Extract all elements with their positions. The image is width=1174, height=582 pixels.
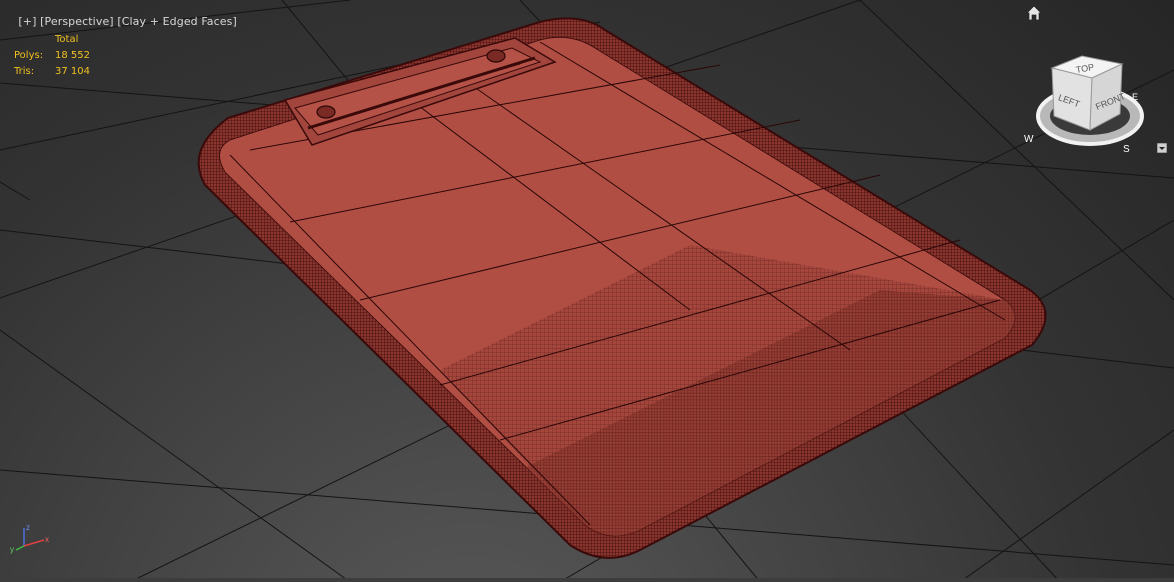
compass-south: S: [1123, 144, 1130, 155]
perspective-viewport[interactable]: [+] [Perspective] [Clay + Edged Faces] T…: [0, 0, 1174, 582]
stats-header-row: Total: [14, 32, 90, 48]
axis-tripod: z x y: [10, 523, 49, 554]
statistics-overlay: Total Polys: 18 552 Tris: 37 104: [14, 32, 90, 80]
polys-value: 18 552: [55, 50, 90, 61]
clipboard-model: [197, 17, 1047, 559]
viewport-bottom-border: [0, 578, 1174, 582]
axis-z-label: z: [26, 523, 30, 532]
tris-value: 37 104: [55, 66, 90, 77]
viewport-view-label[interactable]: [Perspective]: [40, 15, 114, 28]
compass-east: E: [1132, 92, 1138, 102]
viewport-menu-plus[interactable]: [+]: [18, 15, 36, 28]
viewcube[interactable]: W S E N TOP LEFT FRONT: [1020, 50, 1150, 160]
axis-x-label: x: [45, 535, 49, 544]
viewport-shading-label[interactable]: [Clay + Edged Faces]: [117, 15, 237, 28]
tris-label: Tris:: [14, 66, 35, 77]
viewport-scene[interactable]: [0, 0, 1174, 582]
axis-y-label: y: [10, 545, 14, 554]
stats-tris-row: Tris: 37 104: [14, 64, 90, 80]
stats-polys-row: Polys: 18 552: [14, 48, 90, 64]
chevron-down-icon[interactable]: [1156, 138, 1168, 154]
stats-header: Total: [55, 34, 79, 45]
polys-label: Polys:: [14, 50, 44, 61]
home-icon[interactable]: [1026, 5, 1042, 21]
compass-west: W: [1024, 134, 1034, 145]
